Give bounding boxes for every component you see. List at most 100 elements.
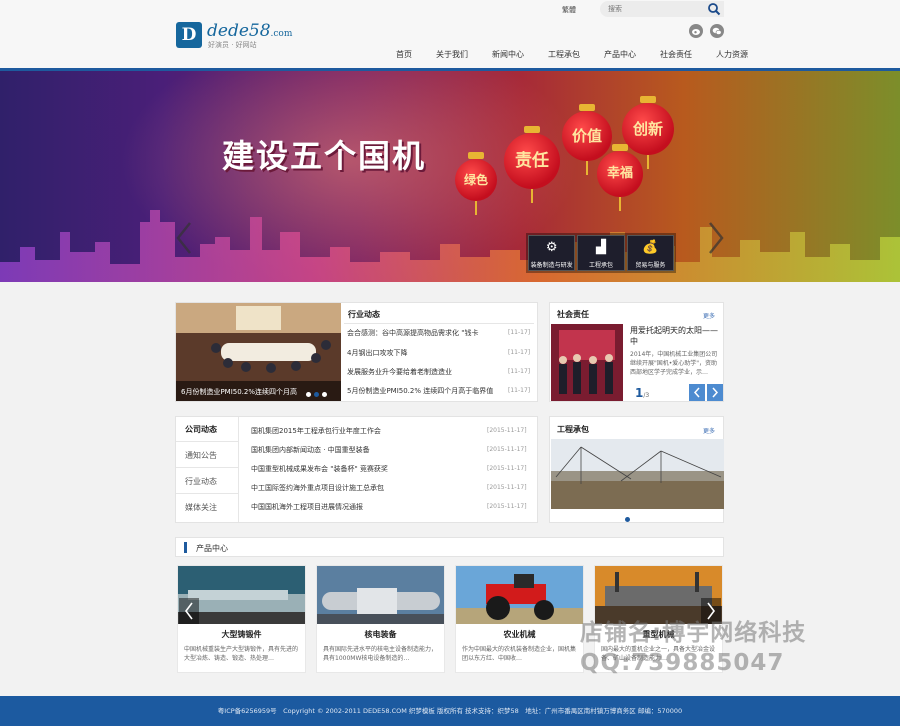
news-item[interactable]: 4月钢出口攻攻下降 — [347, 348, 497, 358]
logo-slogan: 好演员 · 好网站 — [208, 41, 257, 49]
products-prev-arrow[interactable] — [179, 598, 199, 624]
shop-watermark: 店铺名:博宇网络科技 QQ:739885047 — [580, 620, 807, 676]
engineering-photo[interactable] — [551, 439, 724, 509]
banner-quick-links: ⚙ 装备制造与研发 ▟ 工程承包 💰 贸易与服务 — [526, 233, 676, 273]
title-divider — [344, 323, 534, 324]
social-duty-card: 社会责任 更多 用爱托起明天的太阳——中 2014年，中国机械工业集团公司继续开… — [549, 302, 724, 402]
company-news-item[interactable]: 中国重型机械成果发布会 "装备杯" 竞赛获奖 — [251, 464, 441, 474]
company-news-card: 公司动态 通知公告 行业动态 媒体关注 国机集团2015年工程承包行业年度工作会… — [175, 416, 538, 523]
engineering-more-link[interactable]: 更多 — [703, 426, 715, 435]
product-desc: 中国机械重装生产大型铸锻件，具有先进的大型冶炼、铸造、锻造、热处理… — [184, 646, 299, 662]
footer: 粤ICP备6256959号 Copyright © 2002-2011 DEDE… — [0, 696, 900, 726]
industry-news-title[interactable]: 行业动态 — [348, 309, 380, 320]
news-item[interactable]: 发展服务业升今要给着老制造造业 — [347, 367, 497, 377]
wechat-icon[interactable] — [710, 24, 724, 38]
search-input[interactable] — [608, 3, 698, 15]
engineering-title[interactable]: 工程承包 — [557, 424, 589, 435]
nav-news[interactable]: 新闻中心 — [492, 49, 524, 61]
company-news-item[interactable]: 国机集团内部新闻动态 · 中国重型装备 — [251, 445, 441, 455]
nav-products[interactable]: 产品中心 — [604, 49, 636, 61]
social-duty-title[interactable]: 社会责任 — [557, 309, 589, 320]
news-date: [11-17] — [508, 349, 531, 356]
tab-divider — [176, 467, 239, 468]
banner-prev-arrow[interactable] — [174, 221, 194, 255]
tractor-photo — [456, 566, 583, 624]
tab-media[interactable]: 媒体关注 — [185, 502, 217, 513]
chevron-right-icon — [712, 387, 719, 398]
tab-notices[interactable]: 通知公告 — [185, 450, 217, 461]
news-date: [2015-11-17] — [487, 484, 527, 491]
news-item[interactable]: 5月份制造业PMI50.2% 连续四个月高于临界值 — [347, 386, 497, 396]
product-name: 大型铸锻件 — [221, 630, 262, 639]
company-news-item[interactable]: 国机集团2015年工程承包行业年度工作会 — [251, 426, 441, 436]
tab-divider — [176, 493, 239, 494]
tile-engineering[interactable]: ▟ 工程承包 — [577, 235, 625, 271]
logo-mark: D — [176, 22, 202, 48]
lantern-value: 价值 — [562, 104, 612, 175]
engineering-card: 工程承包 更多 — [549, 416, 724, 523]
photo-dots — [306, 389, 336, 397]
photo-dot[interactable] — [314, 392, 319, 397]
city-skyline-image — [0, 210, 900, 282]
news-date: [11-17] — [508, 387, 531, 394]
pager-prev-button[interactable] — [689, 384, 705, 401]
nav-engineering[interactable]: 工程承包 — [548, 49, 580, 61]
nav-home[interactable]: 首页 — [396, 49, 412, 61]
nav-hr[interactable]: 人力资源 — [716, 49, 748, 61]
search-icon[interactable] — [706, 1, 722, 17]
news-date: [2015-11-17] — [487, 446, 527, 453]
photo-dot[interactable] — [322, 392, 327, 397]
tab-divider — [176, 441, 239, 442]
product-desc: 作为中国最大的农机装备制造企业，国机集团以东方红、中国收… — [462, 646, 577, 662]
photo-dot[interactable] — [306, 392, 311, 397]
news-date: [11-17] — [508, 368, 531, 375]
pager: 1/3 — [635, 386, 649, 400]
nav-social-duty[interactable]: 社会责任 — [660, 49, 692, 61]
product-name: 核电装备 — [364, 630, 397, 639]
lantern-innovation: 幸福 — [597, 144, 643, 211]
engineering-dots — [625, 514, 650, 522]
products-title-marker — [184, 542, 187, 553]
news-date: [2015-11-17] — [487, 465, 527, 472]
photo-caption[interactable]: 6月份制造业PMI50.2%连续四个月高 — [181, 387, 301, 397]
news-tabs: 公司动态 通知公告 行业动态 媒体关注 — [176, 417, 239, 522]
site-logo[interactable]: D dede58.com 好演员 · 好网站 — [176, 21, 316, 52]
tab-company-news[interactable]: 公司动态 — [185, 424, 217, 435]
nav-about[interactable]: 关于我们 — [436, 49, 468, 61]
tile-equipment[interactable]: ⚙ 装备制造与研发 — [528, 235, 576, 271]
lantern-duty: 责任 — [504, 126, 560, 203]
products-title[interactable]: 产品中心 — [196, 543, 228, 554]
product-card[interactable]: 农业机械 作为中国最大的农机装备制造企业，国机集团以东方红、中国收… — [455, 565, 584, 673]
pager-total: /3 — [643, 392, 650, 399]
gears-icon: ⚙ — [545, 240, 558, 255]
social-duty-summary: 2014年，中国机械工业集团公司继续开展"国机•爱心助学"，资助西部地区学子完成… — [630, 351, 718, 376]
tile-trade[interactable]: 💰 贸易与服务 — [626, 235, 674, 271]
company-news-item[interactable]: 中国国机海外工程项目进展情况通报 — [251, 502, 441, 512]
header: D dede58.com 好演员 · 好网站 繁體 首页 关于我们 新闻中心 工… — [0, 0, 900, 68]
social-duty-headline[interactable]: 用爱托起明天的太阳——中 — [630, 325, 720, 347]
news-date: [2015-11-17] — [487, 427, 527, 434]
weibo-icon[interactable] — [689, 24, 703, 38]
tab-industry[interactable]: 行业动态 — [185, 476, 217, 487]
factory-icon: ▟ — [595, 240, 606, 255]
social-duty-more-link[interactable]: 更多 — [703, 311, 715, 320]
company-news-item[interactable]: 中工国际签约海外重点项目设计施工总承包 — [251, 483, 441, 493]
slide-dot[interactable] — [625, 517, 630, 522]
news-date: [2015-11-17] — [487, 503, 527, 510]
product-card[interactable]: 核电装备 具有国际先进水平的核电主设备制造能力，具有1000MW核电设备制造的… — [316, 565, 445, 673]
logo-name: dede58.com — [207, 21, 293, 41]
lantern-happiness: 创新 — [622, 96, 674, 169]
logo-domain: .com — [270, 29, 293, 39]
nuclear-equipment-photo — [317, 566, 444, 624]
news-date: [11-17] — [508, 329, 531, 336]
main-nav: 首页 关于我们 新闻中心 工程承包 产品中心 社会责任 人力资源 — [396, 49, 772, 61]
pager-next-button[interactable] — [707, 384, 723, 401]
charity-photo[interactable] — [551, 324, 623, 401]
products-header: 产品中心 — [175, 537, 724, 557]
news-item[interactable]: 会合感测：谷中高源提高物品需求化 "钱卡 — [347, 328, 497, 338]
traditional-chinese-link[interactable]: 繁體 — [562, 5, 576, 15]
banner-next-arrow[interactable] — [706, 221, 726, 255]
hero-banner: 建设五个国机 绿色 责任 价值 创新 幸福 — [0, 71, 900, 282]
search-box — [600, 1, 724, 17]
product-name: 农业机械 — [503, 630, 536, 639]
